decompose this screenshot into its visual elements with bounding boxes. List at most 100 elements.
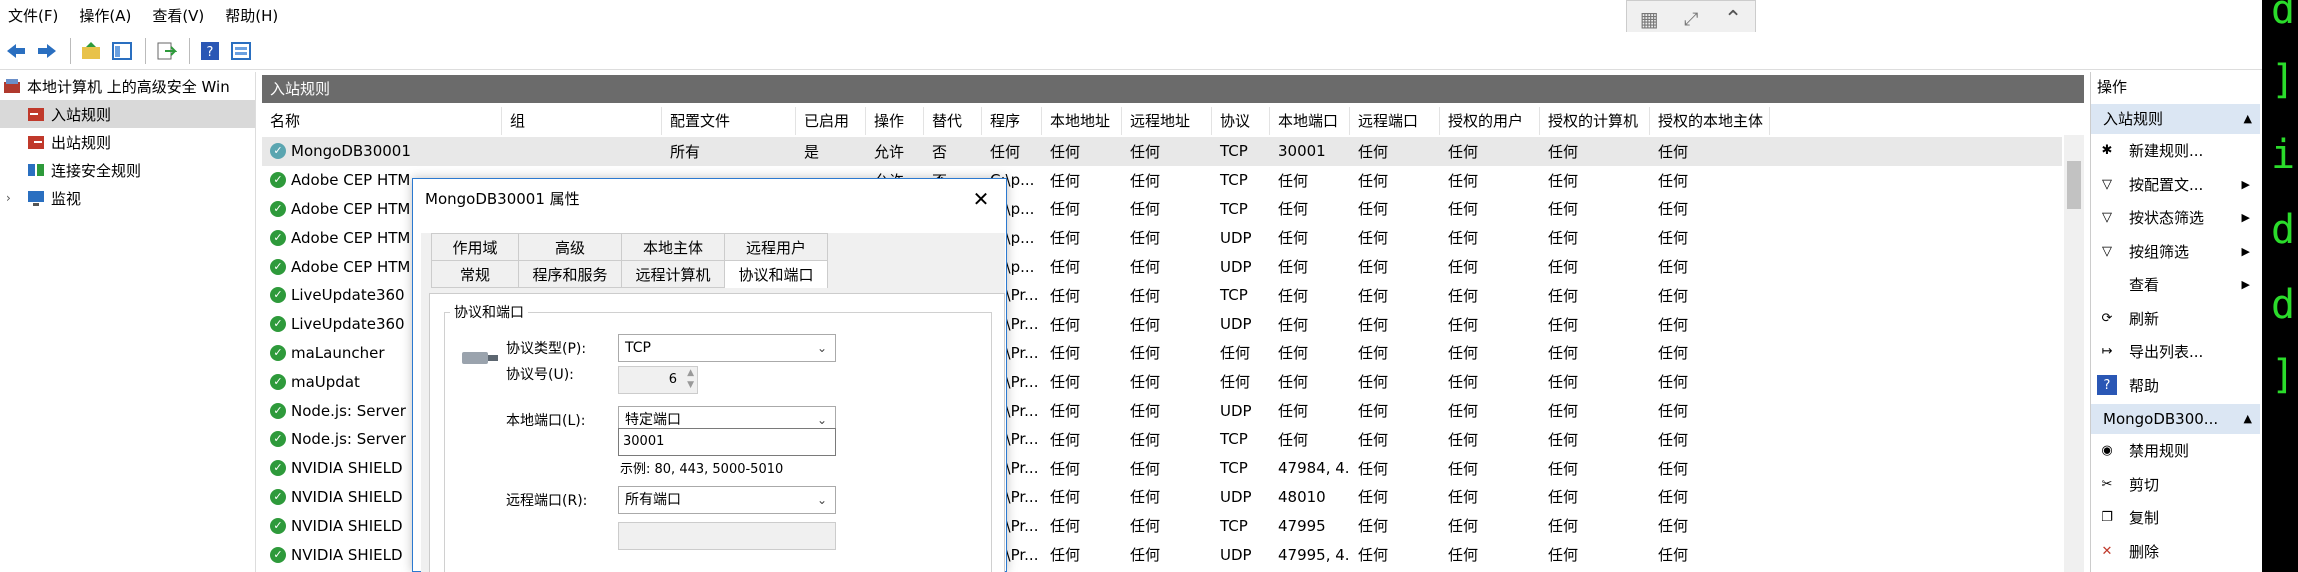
rule-enabled-icon: ✓ xyxy=(270,460,286,477)
tab-general[interactable]: 常规 xyxy=(431,260,519,288)
forward-icon[interactable] xyxy=(33,37,61,65)
action-label: 导出列表... xyxy=(2129,343,2204,362)
table-cell: 任何 xyxy=(1278,229,1309,248)
column-header[interactable]: 授权的用户 xyxy=(1440,107,1540,135)
toolbar: ? xyxy=(0,32,2298,70)
expand-arrow-icon[interactable]: › xyxy=(6,191,26,205)
tab-remote-users[interactable]: 远程用户 xyxy=(724,233,828,261)
action-item[interactable]: 查看 ▶ xyxy=(2091,268,2260,302)
table-cell: 任何 xyxy=(1548,142,1579,161)
action-item[interactable]: ▽ 按状态筛选 ▶ xyxy=(2091,201,2260,235)
close-icon[interactable]: ✕ xyxy=(969,187,993,211)
remote-port-select[interactable]: 所有端口 ⌄ xyxy=(618,486,836,514)
menu-action[interactable]: 操作(A) xyxy=(71,0,144,32)
protocol-type-select[interactable]: TCP ⌄ xyxy=(618,334,836,362)
up-folder-icon[interactable] xyxy=(77,37,105,65)
tree-item-monitor[interactable]: › 监视 xyxy=(0,184,255,212)
table-cell: 任何 xyxy=(1278,344,1309,363)
collapse-up-icon[interactable]: ⌃ xyxy=(1724,7,1742,32)
action-item[interactable]: ⟳ 刷新 xyxy=(2091,302,2260,336)
menu-view[interactable]: 查看(V) xyxy=(144,0,217,32)
action-item[interactable]: ✱ 新建规则... xyxy=(2091,134,2260,168)
tree-item-outbound[interactable]: 出站规则 xyxy=(0,128,255,156)
column-header[interactable]: 操作 xyxy=(866,107,924,135)
tree-item-label: 监视 xyxy=(51,189,82,208)
rule-name: Adobe CEP HTM xyxy=(291,257,411,276)
tab-advanced[interactable]: 高级 xyxy=(518,233,622,261)
properties-icon[interactable] xyxy=(227,37,255,65)
column-header[interactable]: 本地地址 xyxy=(1042,107,1122,135)
column-header[interactable]: 已启用 xyxy=(796,107,866,135)
tree-item-connection-security[interactable]: 连接安全规则 xyxy=(0,156,255,184)
rule-enabled-icon: ✓ xyxy=(270,344,286,361)
collapse-icon[interactable]: ▲ xyxy=(2244,104,2252,134)
back-icon[interactable] xyxy=(2,37,30,65)
show-hide-tree-icon[interactable] xyxy=(108,37,136,65)
action-item[interactable]: ↦ 导出列表... xyxy=(2091,335,2260,369)
table-cell: 任何 xyxy=(1278,258,1309,277)
export-icon[interactable] xyxy=(152,37,180,65)
dialog-tabs: 作用域 高级 本地主体 远程用户 常规 程序和服务 远程计算机 协议和端口 协议… xyxy=(421,233,1005,572)
column-header[interactable]: 配置文件 xyxy=(662,107,796,135)
action-item[interactable]: ▽ 按配置文... ▶ xyxy=(2091,168,2260,202)
table-cell: 任何 xyxy=(1448,200,1479,219)
table-cell: TCP xyxy=(1220,430,1248,449)
expand-icon[interactable]: ⤢ xyxy=(1684,9,1698,30)
column-header[interactable]: 远程地址 xyxy=(1122,107,1212,135)
table-cell: 任何 xyxy=(1358,315,1389,334)
scrollbar-thumb[interactable] xyxy=(2067,161,2081,209)
local-port-input[interactable]: 30001 xyxy=(618,428,836,456)
action-item[interactable]: ✂ 剪切 xyxy=(2091,468,2260,502)
column-header[interactable]: 替代 xyxy=(924,107,982,135)
connection-security-icon xyxy=(28,164,44,176)
chevron-down-icon: ⌄ xyxy=(816,493,827,507)
rule-enabled-icon: ✓ xyxy=(270,287,286,304)
vertical-scrollbar[interactable] xyxy=(2064,135,2084,572)
submenu-arrow-icon: ▶ xyxy=(2241,177,2250,191)
collapse-icon[interactable]: ▲ xyxy=(2244,404,2252,434)
table-cell: 是 xyxy=(804,142,820,161)
tab-protocols-ports[interactable]: 协议和端口 xyxy=(724,260,828,288)
remote-port-mode: 所有端口 xyxy=(625,492,681,508)
menu-help[interactable]: 帮助(H) xyxy=(217,0,291,32)
column-header[interactable]: 名称 xyxy=(262,107,502,135)
table-cell: 任何 xyxy=(1050,402,1081,421)
table-cell: 任何 xyxy=(1548,459,1579,478)
table-cell: 任何 xyxy=(1130,229,1161,248)
terminal-char: ] xyxy=(2271,352,2296,398)
grid-icon[interactable]: ▦ xyxy=(1640,7,1659,31)
column-header[interactable]: 组 xyxy=(502,107,662,135)
column-header[interactable]: 授权的本地主体 xyxy=(1650,107,1770,135)
column-header[interactable]: 程序 xyxy=(982,107,1042,135)
tree-item-label: 出站规则 xyxy=(51,133,112,152)
column-header[interactable]: 授权的计算机 xyxy=(1540,107,1650,135)
table-cell: UDP xyxy=(1220,257,1252,276)
column-header[interactable]: 协议 xyxy=(1212,107,1270,135)
tab-remote-computers[interactable]: 远程计算机 xyxy=(621,260,725,288)
column-header[interactable]: 远程端口 xyxy=(1350,107,1440,135)
table-cell: TCP xyxy=(1220,516,1248,535)
action-item[interactable]: ? 帮助 xyxy=(2091,369,2260,403)
help-icon[interactable]: ? xyxy=(196,37,224,65)
action-item[interactable]: ▽ 按组筛选 ▶ xyxy=(2091,235,2260,269)
tab-programs-services[interactable]: 程序和服务 xyxy=(518,260,622,288)
properties-dialog: MongoDB30001 属性 ✕ 作用域 高级 本地主体 远程用户 常规 程序… xyxy=(412,178,1007,572)
actions-group-selected[interactable]: MongoDB300... ▲ xyxy=(2091,404,2260,434)
table-row[interactable]: ✓ MongoDB30001 所有 是 允许 否 任何 任何 任何 TCP 30001 任何 任何 任何 任… xyxy=(262,137,2062,166)
table-cell: 任何 xyxy=(1548,517,1579,536)
tree-item-inbound[interactable]: 入站规则 xyxy=(0,100,255,128)
action-item[interactable]: ✕ 删除 xyxy=(2091,535,2260,569)
column-header[interactable]: 本地端口 xyxy=(1270,107,1350,135)
actions-group-inbound[interactable]: 入站规则 ▲ xyxy=(2091,104,2260,134)
table-cell: UDP xyxy=(1220,545,1252,564)
action-item[interactable]: ◉ 禁用规则 xyxy=(2091,434,2260,468)
remote-port-label: 远程端口(R): xyxy=(506,493,588,509)
table-cell: 任何 xyxy=(1358,344,1389,363)
table-cell: 任何 xyxy=(1358,142,1389,161)
action-item[interactable]: ❐ 复制 xyxy=(2091,501,2260,535)
tab-local-principals[interactable]: 本地主体 xyxy=(621,233,725,261)
tab-scope[interactable]: 作用域 xyxy=(431,233,519,261)
menu-file[interactable]: 文件(F) xyxy=(0,0,71,32)
table-cell: 任何 xyxy=(1658,142,1689,161)
tree-root[interactable]: 本地计算机 上的高级安全 Win xyxy=(0,72,255,100)
